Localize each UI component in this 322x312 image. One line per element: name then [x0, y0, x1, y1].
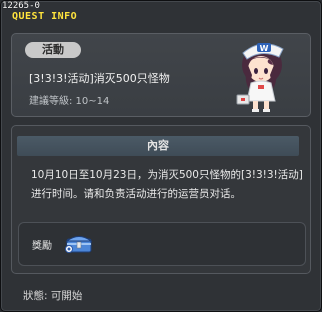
content-header: 內容: [17, 136, 299, 156]
quest-recommended-level: 建議等級: 10~14: [29, 96, 110, 107]
quest-status: 狀態: 可開始: [23, 290, 83, 302]
debug-id-label: 12265-0: [2, 1, 40, 11]
treasure-chest-icon[interactable]: [64, 231, 94, 255]
quest-info-window: 12265-0 QUEST INFO 活動 [3!3!3!活动]消灭500只怪物…: [0, 0, 322, 312]
reward-box: [18, 222, 306, 266]
quest-name: [3!3!3!活动]消灭500只怪物: [29, 72, 170, 85]
npc-portrait-icon: W: [236, 43, 284, 112]
quest-description: 10月10日至10月23日，为消灭500只怪物的[3!3!3!活动]进行时间。请…: [31, 169, 303, 200]
quest-category-badge: 活動: [25, 42, 81, 58]
reward-label: 獎勵: [32, 241, 52, 252]
window-title: QUEST INFO: [12, 11, 78, 22]
svg-text:W: W: [260, 44, 269, 53]
